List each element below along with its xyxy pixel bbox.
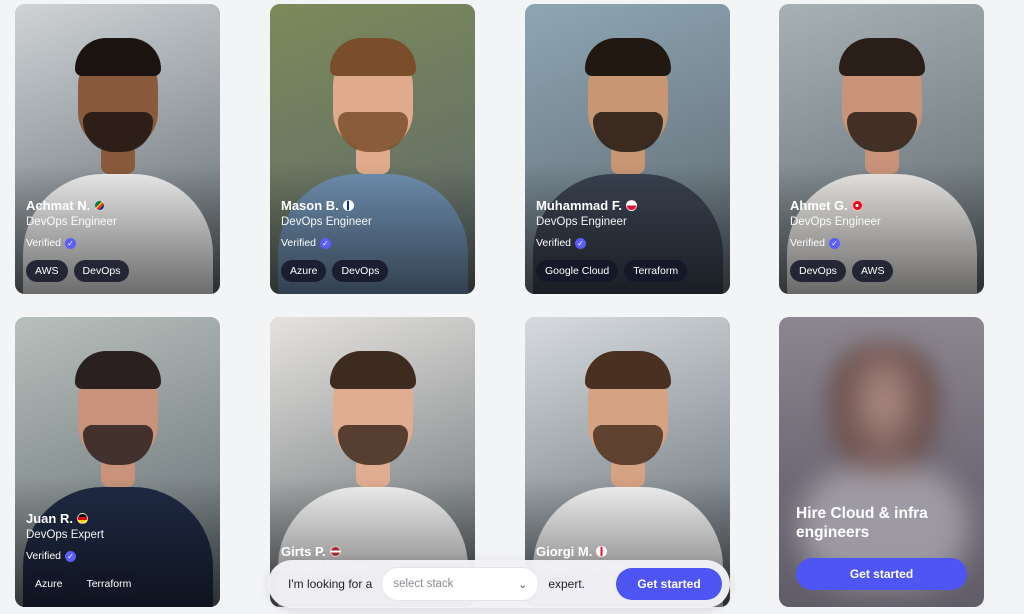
stack-tag: Terraform <box>624 260 688 282</box>
search-prefix-text: I'm looking for a <box>288 577 373 591</box>
expert-name: Ahmet G. <box>790 198 848 213</box>
hire-card: Hire Cloud & infra engineers Get started <box>779 317 984 607</box>
expert-role: DevOps Engineer <box>26 216 117 228</box>
verified-check-icon: ✓ <box>575 237 587 249</box>
expert-card[interactable]: Ahmet G. DevOps Engineer Verified ✓ DevO… <box>779 4 984 294</box>
search-suffix-text: expert. <box>548 577 586 591</box>
verified-label: Verified <box>790 237 826 249</box>
expert-name: Achmat N. <box>26 198 91 213</box>
stack-tag: DevOps <box>332 260 389 282</box>
verified-label: Verified <box>26 237 62 249</box>
expert-name: Giorgi M. <box>536 544 593 559</box>
expert-name: Muhammad F. <box>536 198 622 213</box>
expert-card[interactable]: Juan R. DevOps Expert Verified ✓ Azure Te… <box>15 317 220 607</box>
verified-check-icon: ✓ <box>320 237 332 249</box>
stack-tag: Azure <box>281 260 327 282</box>
expert-name: Mason B. <box>281 198 339 213</box>
stack-select[interactable]: select stack ⌄ <box>381 567 540 601</box>
stack-tag: AWS <box>26 260 68 282</box>
stack-tag: Azure <box>26 573 72 595</box>
expert-role: DevOps Engineer <box>790 216 881 228</box>
verified-check-icon: ✓ <box>829 237 841 249</box>
tag-list: DevOps AWS <box>790 260 976 282</box>
stack-tag: Terraform <box>77 573 141 595</box>
verified-label: Verified <box>281 237 317 249</box>
expert-grid: Achmat N. DevOps Engineer Verified ✓ AWS… <box>0 0 1024 614</box>
tag-list: Azure DevOps <box>281 260 467 282</box>
verified-label: Verified <box>536 237 572 249</box>
hire-card-title: Hire Cloud & infra engineers <box>796 505 928 541</box>
stack-tag: DevOps <box>790 260 846 282</box>
verified-label: Verified <box>26 550 62 562</box>
stack-tag: AWS <box>851 260 894 282</box>
tag-list: Google Cloud Terraform <box>536 260 722 282</box>
turkey-flag-icon <box>851 200 863 211</box>
finland-flag-icon <box>342 200 354 211</box>
expert-role: DevOps Expert <box>26 529 104 541</box>
verified-check-icon: ✓ <box>65 550 77 562</box>
tag-list: AWS DevOps <box>26 260 212 282</box>
georgia-flag-icon <box>596 546 608 557</box>
expert-name: Juan R. <box>26 511 73 526</box>
expert-name: Girts P. <box>281 544 326 559</box>
expert-card[interactable]: Achmat N. DevOps Engineer Verified ✓ AWS… <box>15 4 220 294</box>
hire-get-started-button[interactable]: Get started <box>796 558 967 590</box>
expert-card[interactable]: Mason B. DevOps Engineer Verified ✓ Azur… <box>270 4 475 294</box>
tag-list: Azure Terraform <box>26 573 212 595</box>
expert-card[interactable]: Muhammad F. DevOps Engineer Verified ✓ G… <box>525 4 730 294</box>
get-started-button[interactable]: Get started <box>616 568 722 600</box>
verified-check-icon: ✓ <box>65 237 77 249</box>
stack-tag: Google Cloud <box>536 260 619 282</box>
expert-role: DevOps Engineer <box>281 216 372 228</box>
stack-search-bar: I'm looking for a select stack ⌄ expert.… <box>268 560 730 608</box>
germany-flag-icon <box>76 513 88 524</box>
south-africa-flag-icon <box>94 200 106 211</box>
poland-flag-icon <box>625 200 637 211</box>
stack-select-placeholder: select stack <box>393 578 454 590</box>
latvia-flag-icon <box>329 546 341 557</box>
expert-role: DevOps Engineer <box>536 216 627 228</box>
chevron-down-icon: ⌄ <box>518 578 528 591</box>
stack-tag: DevOps <box>73 260 130 282</box>
